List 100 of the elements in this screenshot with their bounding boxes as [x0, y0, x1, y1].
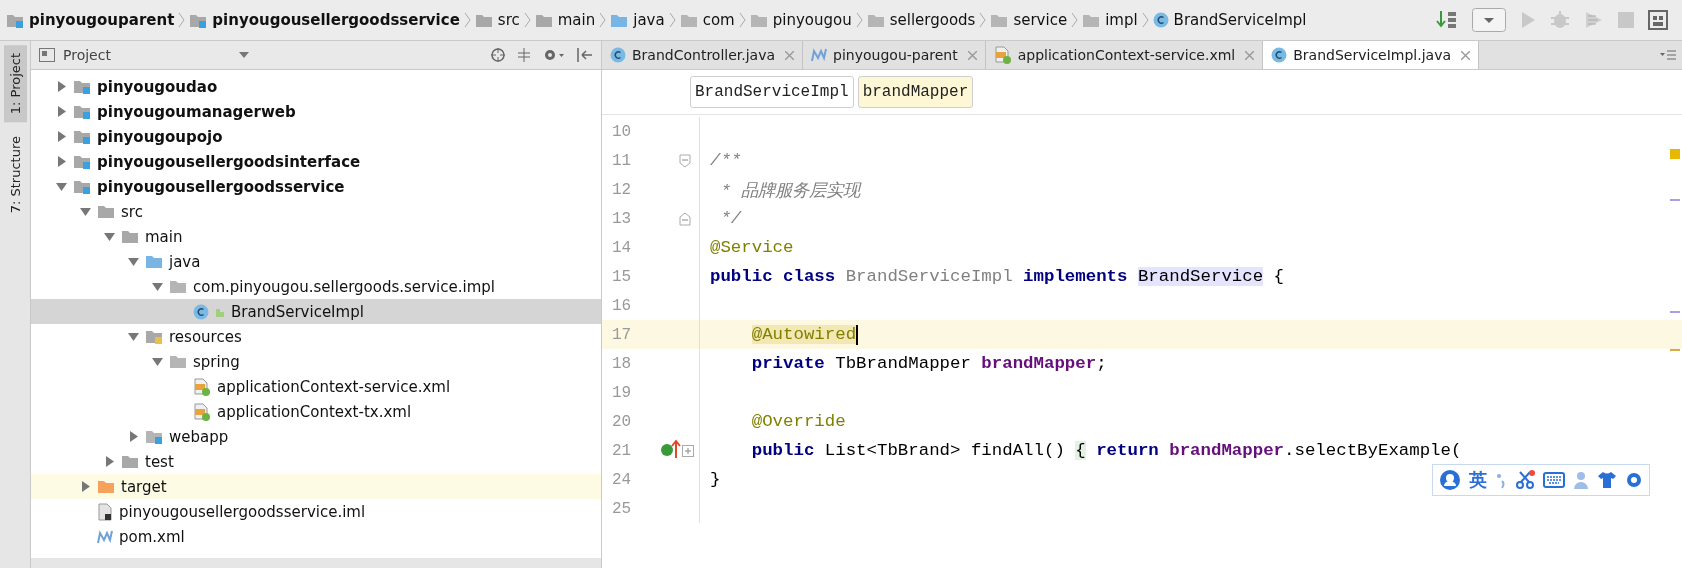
- code-line: @Service: [709, 238, 794, 257]
- tool-window-tab[interactable]: 7: Structure: [3, 128, 27, 222]
- settings-icon[interactable]: [1625, 471, 1643, 489]
- implements-icon[interactable]: [660, 438, 682, 459]
- expand-icon[interactable]: [682, 444, 694, 457]
- chevron-icon: [1071, 12, 1079, 28]
- breadcrumb[interactable]: pinyougousellergoodsservice: [189, 11, 460, 29]
- expanded-arrow-icon[interactable]: [151, 281, 163, 292]
- expanded-arrow-icon[interactable]: [79, 206, 91, 217]
- user-icon[interactable]: [1439, 469, 1461, 491]
- breadcrumb[interactable]: sellergoods: [866, 11, 976, 29]
- collapsed-arrow-icon[interactable]: [55, 106, 67, 117]
- shirt-icon[interactable]: [1597, 471, 1617, 489]
- line-number: 16: [611, 296, 633, 315]
- line-number: 17: [611, 325, 633, 344]
- code-line: public class BrandServiceImpl implements BrandService {: [709, 267, 1284, 286]
- chevron-icon: [178, 12, 186, 28]
- tree-item[interactable]: BrandServiceImpl: [31, 299, 601, 324]
- scissors-icon[interactable]: [1515, 470, 1535, 490]
- tree-item[interactable]: pom.xml: [31, 524, 601, 549]
- sort-icon[interactable]: [1436, 10, 1458, 30]
- folder-icon: [97, 479, 115, 494]
- collapsed-arrow-icon[interactable]: [55, 131, 67, 142]
- target-icon[interactable]: [491, 48, 505, 62]
- close-icon[interactable]: [1461, 50, 1471, 60]
- expanded-arrow-icon[interactable]: [127, 331, 139, 342]
- caret-icon[interactable]: [238, 52, 249, 58]
- chevron-icon: [523, 12, 531, 28]
- tree-item[interactable]: pinyougousellergoodsinterface: [31, 149, 601, 174]
- breadcrumb[interactable]: com: [679, 11, 735, 29]
- folder-icon: [73, 79, 91, 94]
- tab-list-icon[interactable]: [1660, 49, 1676, 61]
- editor-tab[interactable]: BrandServiceImpl.java: [1263, 41, 1480, 69]
- text-caret: [856, 324, 859, 345]
- class-icon: [610, 47, 626, 63]
- tree-item[interactable]: target: [31, 474, 601, 499]
- breadcrumb[interactable]: pinyougouparent: [6, 11, 175, 29]
- chevron-icon: [1141, 12, 1149, 28]
- line-number: 24: [611, 470, 633, 489]
- input-mode[interactable]: 英: [1469, 468, 1487, 492]
- collapse-icon[interactable]: [517, 48, 531, 62]
- folder-icon: [145, 429, 163, 444]
- tree-item[interactable]: pinyougoudao: [31, 74, 601, 99]
- folder-icon: [145, 329, 163, 344]
- tool-window-tab[interactable]: 1: Project: [3, 45, 27, 123]
- tree-item[interactable]: applicationContext-tx.xml: [31, 399, 601, 424]
- folder-icon: [6, 12, 24, 28]
- breadcrumb[interactable]: java: [610, 11, 665, 29]
- collapsed-arrow-icon[interactable]: [103, 456, 115, 467]
- settings-icon[interactable]: [543, 48, 565, 62]
- class-icon: [1271, 47, 1288, 63]
- collapsed-arrow-icon[interactable]: [55, 81, 67, 92]
- collapsed-arrow-icon[interactable]: [127, 431, 139, 442]
- tree-item[interactable]: pinyougousellergoodsservice.iml: [31, 499, 601, 524]
- dropdown-icon[interactable]: [1472, 8, 1506, 32]
- collapsed-arrow-icon[interactable]: [55, 156, 67, 167]
- expanded-arrow-icon[interactable]: [55, 181, 67, 192]
- panel-title[interactable]: Project: [63, 47, 111, 63]
- folder-icon: [866, 12, 885, 28]
- tree-item[interactable]: webapp: [31, 424, 601, 449]
- folder-icon: [73, 179, 91, 194]
- tree-item[interactable]: pinyougoumanagerweb: [31, 99, 601, 124]
- code-line: */: [719, 209, 742, 228]
- file-icon: [97, 502, 113, 521]
- tree-item[interactable]: pinyougousellergoodsservice: [31, 174, 601, 199]
- breadcrumb[interactable]: BrandServiceImpl: [1152, 11, 1307, 29]
- line-number: 15: [611, 267, 633, 286]
- expanded-arrow-icon[interactable]: [127, 256, 139, 267]
- tree-item[interactable]: java: [31, 249, 601, 274]
- expanded-arrow-icon[interactable]: [103, 231, 115, 242]
- line-number: 19: [611, 383, 633, 402]
- tree-item[interactable]: com.pinyougou.sellergoods.service.impl: [31, 274, 601, 299]
- breadcrumb[interactable]: pinyougou: [749, 11, 852, 29]
- folder-icon: [121, 229, 139, 244]
- tree-item[interactable]: src: [31, 199, 601, 224]
- breadcrumb[interactable]: impl: [1082, 11, 1138, 29]
- hide-icon[interactable]: [577, 48, 593, 62]
- breadcrumb[interactable]: service: [990, 11, 1068, 29]
- code-breadcrumb[interactable]: BrandServiceImpl: [690, 76, 854, 108]
- folder-icon: [1082, 12, 1101, 28]
- tree-item[interactable]: spring: [31, 349, 601, 374]
- tree-item[interactable]: pinyougoupojo: [31, 124, 601, 149]
- code-breadcrumb[interactable]: brandMapper: [857, 76, 974, 108]
- tree-item[interactable]: test: [31, 449, 601, 474]
- code-line: }: [709, 470, 721, 489]
- keyboard-icon[interactable]: [1543, 472, 1565, 488]
- code-line: /**: [709, 151, 742, 170]
- maven-icon: [97, 529, 113, 544]
- tree-item[interactable]: resources: [31, 324, 601, 349]
- xml-file-icon: [193, 377, 211, 396]
- project-structure-icon[interactable]: [1648, 10, 1668, 30]
- line-number: 12: [611, 180, 633, 199]
- collapsed-arrow-icon[interactable]: [79, 481, 91, 492]
- breadcrumb[interactable]: src: [474, 11, 520, 29]
- window-icon: [39, 48, 55, 62]
- tree-item[interactable]: main: [31, 224, 601, 249]
- tree-item[interactable]: applicationContext-service.xml: [31, 374, 601, 399]
- breadcrumb[interactable]: main: [534, 11, 596, 29]
- expanded-arrow-icon[interactable]: [151, 356, 163, 367]
- line-number: 25: [611, 499, 633, 518]
